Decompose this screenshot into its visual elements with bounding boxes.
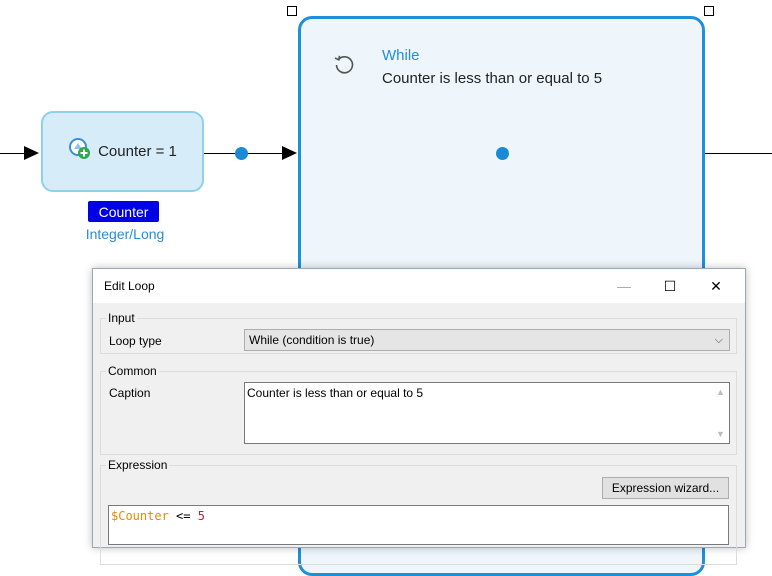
resize-handle-top-left[interactable] [287,6,297,16]
dialog-title: Edit Loop [104,279,155,293]
edit-loop-dialog: Edit Loop — ☐ ✕ Input Loop type While (c… [92,268,746,565]
scroll-up-icon[interactable]: ▲ [716,387,725,397]
loop-start-dot[interactable] [496,147,509,160]
expression-editor[interactable]: $Counter <= 5 [108,505,729,545]
caption-label: Caption [109,386,151,400]
variable-type: Integer/Long [85,226,165,242]
sequence-flow-out[interactable] [705,153,772,154]
arrowhead-mid [282,146,297,160]
common-group-legend: Common [106,364,159,378]
loop-type-label: Loop type [109,334,162,348]
resize-handle-top-right[interactable] [704,6,714,16]
expression-variable: $Counter [111,509,169,523]
activity-label: Counter = 1 [98,143,177,160]
create-variable-activity[interactable]: Counter = 1 [41,111,204,192]
expression-group-legend: Expression [106,458,170,472]
caption-textarea[interactable]: Counter is less than or equal to 5 ▲ ▼ [244,382,730,444]
connection-dot[interactable] [235,147,248,160]
scroll-down-icon[interactable]: ▼ [716,429,725,439]
dialog-titlebar[interactable]: Edit Loop — ☐ ✕ [93,269,745,303]
loop-caption: Counter is less than or equal to 5 [382,70,603,87]
arrowhead-in [24,146,39,160]
caption-value: Counter is less than or equal to 5 [247,386,424,400]
caption-scrollbar[interactable]: ▲ ▼ [712,383,729,443]
expression-wizard-button[interactable]: Expression wizard... [602,477,729,499]
create-variable-icon [68,137,92,166]
close-button[interactable]: ✕ [693,269,739,303]
loop-title: While [382,47,420,64]
maximize-button[interactable]: ☐ [647,269,693,303]
loop-type-select[interactable]: While (condition is true) ⌵ [244,329,730,351]
loop-type-value: While (condition is true) [249,333,375,347]
expression-number: 5 [197,509,205,523]
loop-icon [332,52,356,81]
chevron-down-icon: ⌵ [714,334,723,346]
variable-name-badge: Counter [88,201,159,222]
expression-operator: <= [176,509,191,523]
minimize-button[interactable]: — [601,269,647,303]
input-group-legend: Input [106,311,137,325]
